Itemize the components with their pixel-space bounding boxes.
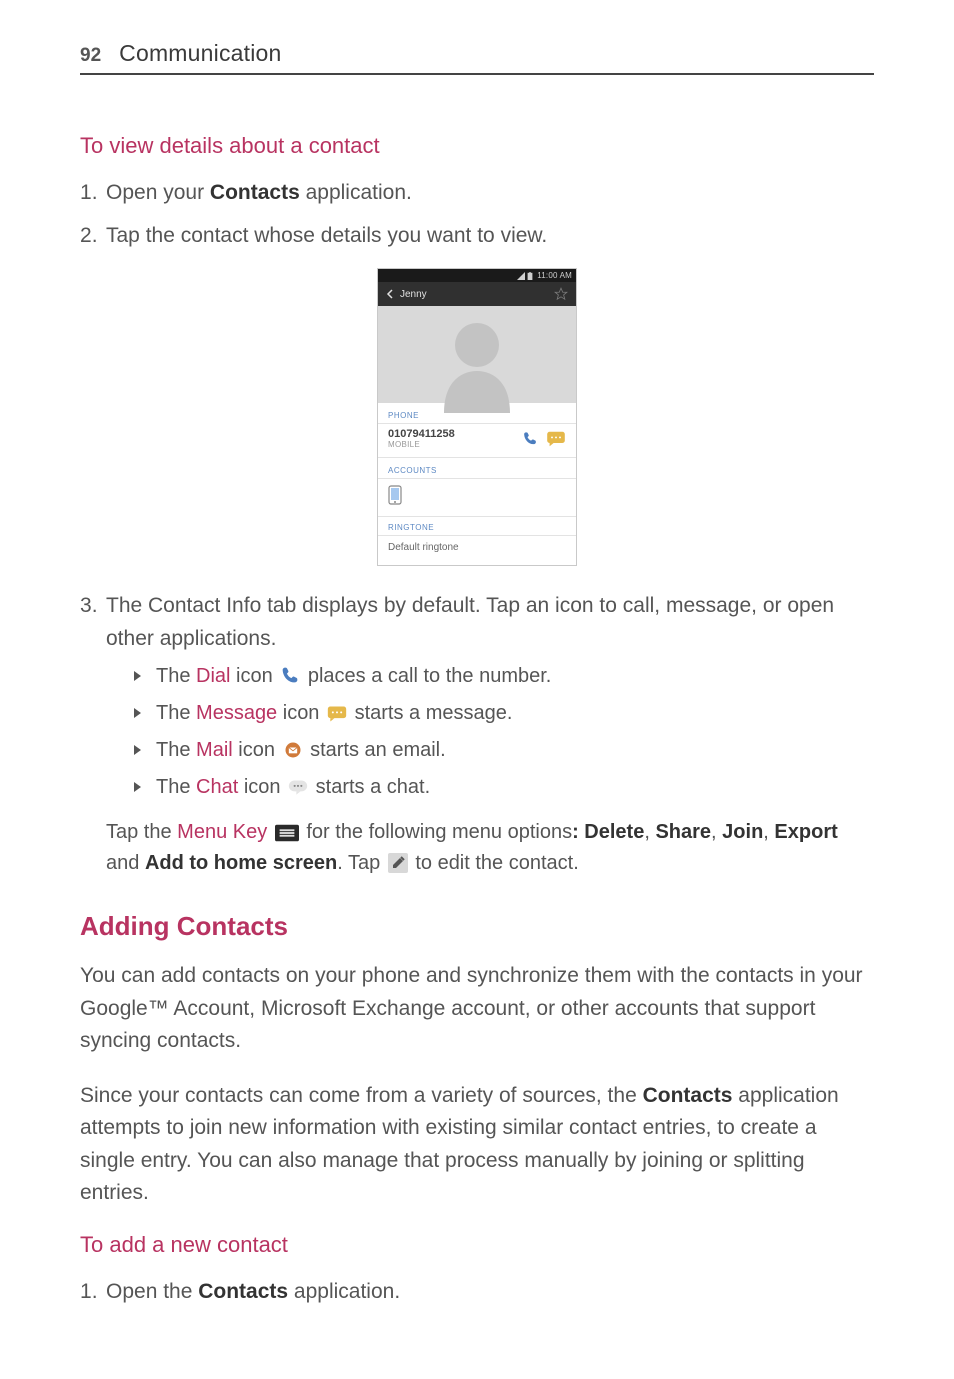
back-chevron-icon: [386, 289, 394, 299]
chat-icon: [288, 779, 308, 799]
accounts-row: [378, 479, 576, 517]
dial-icon: [522, 431, 538, 447]
status-bar: 11:00 AM: [378, 269, 576, 282]
contact-photo-placeholder: [378, 306, 576, 403]
b3-c: icon: [233, 739, 281, 761]
page-number: 92: [80, 45, 101, 67]
t2d: and: [106, 852, 145, 874]
b3-a: The: [156, 739, 196, 761]
menu-key-icon: [275, 824, 299, 844]
section-view-details-title: To view details about a contact: [80, 133, 874, 159]
phone-account-icon: [388, 485, 402, 505]
opt-share: Share: [655, 821, 711, 843]
t1h: ,: [711, 821, 722, 843]
page-header: 92 Communication: [80, 40, 874, 75]
as1c: application.: [288, 1280, 400, 1303]
icon-bullets: The Dial icon places a call to the numbe…: [134, 661, 874, 803]
phone-info: 01079411258 MOBILE: [388, 428, 522, 449]
bullet-chat: The Chat icon starts a chat.: [134, 772, 874, 803]
t2f: . Tap: [337, 852, 386, 874]
adding-para2: Since your contacts can come from a vari…: [80, 1080, 874, 1210]
b2-c: icon: [277, 702, 325, 724]
chapter-title: Communication: [119, 40, 281, 67]
phone-screenshot: 11:00 AM Jenny PHONE 01079411258 MO: [377, 268, 577, 566]
step-1: Open your Contacts application.: [80, 177, 874, 210]
edit-pencil-icon: [388, 853, 408, 873]
tap-menu-para: Tap the Menu Key for the following menu …: [106, 817, 874, 879]
opt-join: Join: [722, 821, 763, 843]
bullet-dial: The Dial icon places a call to the numbe…: [134, 661, 874, 692]
adding-para1: You can add contacts on your phone and s…: [80, 960, 874, 1058]
as1a: Open the: [106, 1280, 198, 1303]
b1-a: The: [156, 665, 196, 687]
as1-contacts: Contacts: [198, 1280, 288, 1303]
contact-detail-figure: 11:00 AM Jenny PHONE 01079411258 MO: [80, 268, 874, 566]
add-step-1: Open the Contacts application.: [80, 1276, 874, 1309]
back-and-name: Jenny: [386, 289, 427, 300]
opt-export: Export: [774, 821, 837, 843]
b4-a: The: [156, 776, 196, 798]
step-2: Tap the contact whose details you want t…: [80, 220, 874, 253]
t1f: ,: [644, 821, 655, 843]
message-icon: [546, 431, 566, 447]
b2-d: starts a message.: [355, 702, 513, 724]
b2-message: Message: [196, 702, 277, 724]
avatar-silhouette-icon: [432, 313, 522, 413]
t1d: for the following menu options: [306, 821, 572, 843]
mail-icon: [283, 740, 303, 760]
view-details-steps: Open your Contacts application. Tap the …: [80, 177, 874, 252]
b1-dial: Dial: [196, 665, 230, 687]
accounts-section-label: ACCOUNTS: [378, 458, 576, 479]
battery-icon: [527, 272, 533, 280]
to-add-new-contact-title: To add a new contact: [80, 1232, 874, 1258]
signal-icon: [517, 272, 525, 280]
b2-a: The: [156, 702, 196, 724]
contact-name-label: Jenny: [400, 289, 427, 300]
phone-row: 01079411258 MOBILE: [378, 424, 576, 458]
step3-text: The Contact Info tab displays by default…: [106, 594, 834, 650]
phone-type: MOBILE: [388, 440, 522, 449]
opt-delete: : Delete: [572, 821, 644, 843]
adding-contacts-title: Adding Contacts: [80, 911, 874, 942]
bullet-message: The Message icon starts a message.: [134, 698, 874, 729]
t2g: to edit the contact.: [415, 852, 578, 874]
dial-icon: [280, 666, 300, 686]
message-icon: [327, 705, 347, 725]
p2-contacts: Contacts: [643, 1084, 733, 1107]
step1-text-b: application.: [300, 181, 412, 204]
step1-text-a: Open your: [106, 181, 210, 204]
menu-key-label: Menu Key: [177, 821, 267, 843]
ringtone-section-label: RINGTONE: [378, 517, 576, 536]
t1c: [267, 821, 273, 843]
b1-d: places a call to the number.: [308, 665, 551, 687]
phone-action-icons: [522, 431, 566, 447]
step-3: The Contact Info tab displays by default…: [80, 590, 874, 879]
ringtone-value: Default ringtone: [378, 536, 576, 565]
status-icons: [517, 272, 533, 280]
opt-add-home: Add to home screen: [145, 852, 337, 874]
view-details-steps-cont: The Contact Info tab displays by default…: [80, 590, 874, 879]
add-contact-steps: Open the Contacts application.: [80, 1276, 874, 1309]
b4-d: starts a chat.: [316, 776, 431, 798]
t1a: Tap the: [106, 821, 177, 843]
p2a: Since your contacts can come from a vari…: [80, 1084, 643, 1107]
b4-chat: Chat: [196, 776, 238, 798]
phone-number: 01079411258: [388, 428, 522, 440]
b4-c: icon: [238, 776, 286, 798]
favorite-star-icon: [554, 287, 568, 301]
b3-d: starts an email.: [310, 739, 446, 761]
t2b: ,: [763, 821, 774, 843]
b3-mail: Mail: [196, 739, 233, 761]
page: 92 Communication To view details about a…: [0, 0, 954, 1379]
b1-c: icon: [230, 665, 278, 687]
contact-top-bar: Jenny: [378, 282, 576, 306]
bullet-mail: The Mail icon starts an email.: [134, 735, 874, 766]
step1-app-name: Contacts: [210, 181, 300, 204]
status-time: 11:00 AM: [537, 271, 572, 280]
